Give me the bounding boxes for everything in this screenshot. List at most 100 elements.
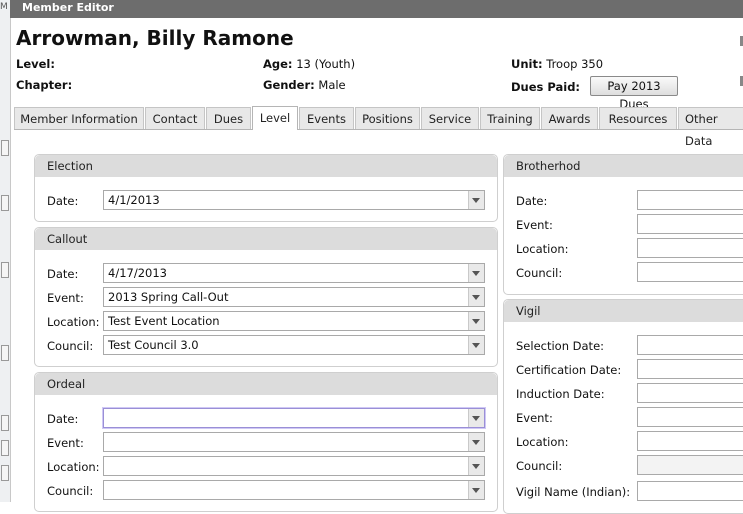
- callout-date-value: 4/17/2013: [108, 266, 167, 280]
- unit-value: Troop 350: [546, 57, 604, 71]
- brotherhood-event-label: Event:: [516, 218, 553, 232]
- tab-contact[interactable]: Contact: [145, 107, 205, 129]
- election-date-dropdown[interactable]: 4/1/2013: [103, 190, 485, 210]
- vigil-induction-date-label: Induction Date:: [516, 387, 605, 401]
- ordeal-date-label: Date:: [47, 412, 79, 426]
- ordeal-date-dropdown[interactable]: [103, 408, 485, 428]
- election-date-label: Date:: [47, 194, 79, 208]
- tab-other-data[interactable]: Other Data: [678, 107, 743, 148]
- background-text: M: [0, 2, 8, 12]
- chevron-down-icon[interactable]: [468, 264, 484, 282]
- chevron-down-icon[interactable]: [468, 191, 484, 209]
- vigil-selection-date-field[interactable]: [637, 335, 743, 355]
- background-window-strip: M: [0, 0, 11, 502]
- gender-label: Gender:: [263, 78, 315, 92]
- callout-event-dropdown[interactable]: 2013 Spring Call-Out: [103, 287, 485, 307]
- brotherhood-panel: Brotherhod Date: Event: Location: Counci…: [503, 154, 743, 295]
- tab-member-information[interactable]: Member Information: [14, 107, 144, 129]
- vigil-council-label: Council:: [516, 459, 563, 473]
- vigil-selection-date-label: Selection Date:: [516, 339, 605, 353]
- background-control: [1, 415, 9, 431]
- ordeal-event-label: Event:: [47, 436, 84, 450]
- dues-label: Dues Paid:: [511, 80, 581, 94]
- age-label: Age:: [263, 57, 293, 71]
- chapter-info: Chapter:: [16, 78, 72, 92]
- chevron-down-icon[interactable]: [468, 312, 484, 330]
- election-header: Election: [35, 155, 497, 177]
- background-control: [1, 440, 9, 456]
- brotherhood-event-field[interactable]: [637, 214, 743, 234]
- background-control: [1, 465, 9, 481]
- chevron-down-icon[interactable]: [468, 433, 484, 451]
- vigil-location-label: Location:: [516, 435, 569, 449]
- tab-level[interactable]: Level: [252, 106, 298, 130]
- chevron-down-icon[interactable]: [468, 409, 484, 427]
- background-scroll-button: [1, 262, 9, 278]
- callout-date-dropdown[interactable]: 4/17/2013: [103, 263, 485, 283]
- ordeal-council-label: Council:: [47, 484, 94, 498]
- member-name: Arrowman, Billy Ramone: [16, 26, 294, 50]
- vigil-name-label: Vigil Name (Indian):: [516, 485, 631, 499]
- unit-info: Unit: Troop 350: [511, 57, 603, 71]
- brotherhood-council-label: Council:: [516, 266, 563, 280]
- level-info: Level:: [16, 57, 55, 71]
- vigil-location-field[interactable]: [637, 431, 743, 451]
- brotherhood-date-label: Date:: [516, 194, 548, 208]
- ordeal-location-label: Location:: [47, 460, 100, 474]
- tab-training[interactable]: Training: [480, 107, 540, 129]
- ordeal-council-dropdown[interactable]: [103, 480, 485, 500]
- vigil-certification-date-field[interactable]: [637, 359, 743, 379]
- chevron-down-icon[interactable]: [468, 336, 484, 354]
- gender-info: Gender: Male: [263, 78, 346, 92]
- vigil-induction-date-field[interactable]: [637, 383, 743, 403]
- pay-dues-button[interactable]: Pay 2013 Dues: [590, 76, 678, 111]
- tab-bar: Member Information Contact Dues Level Ev…: [14, 106, 743, 148]
- chevron-down-icon[interactable]: [468, 481, 484, 499]
- callout-location-value: Test Event Location: [108, 314, 220, 328]
- brotherhood-council-field[interactable]: [637, 262, 743, 282]
- brotherhood-header: Brotherhod: [504, 155, 743, 177]
- tab-positions[interactable]: Positions: [355, 107, 420, 129]
- age-info: Age: 13 (Youth): [263, 57, 355, 71]
- background-control: [1, 345, 9, 361]
- vigil-council-field[interactable]: [637, 455, 743, 475]
- age-value: 13 (Youth): [296, 57, 356, 71]
- callout-event-label: Event:: [47, 291, 84, 305]
- callout-council-dropdown[interactable]: Test Council 3.0: [103, 335, 485, 355]
- chevron-down-icon[interactable]: [468, 457, 484, 475]
- background-scroll-button: [1, 140, 9, 156]
- background-control: [1, 195, 9, 211]
- ordeal-panel: Ordeal Date: Event: Location: Council:: [34, 372, 498, 512]
- chapter-label: Chapter:: [16, 78, 73, 92]
- brotherhood-date-field[interactable]: [637, 190, 743, 210]
- tab-awards[interactable]: Awards: [541, 107, 598, 129]
- vigil-certification-date-label: Certification Date:: [516, 363, 622, 377]
- gender-value: Male: [318, 78, 346, 92]
- callout-panel: Callout Date: 4/17/2013 Event: 2013 Spri…: [34, 227, 498, 367]
- brotherhood-location-field[interactable]: [637, 238, 743, 258]
- callout-date-label: Date:: [47, 267, 79, 281]
- callout-location-dropdown[interactable]: Test Event Location: [103, 311, 485, 331]
- vigil-event-field[interactable]: [637, 407, 743, 427]
- callout-event-value: 2013 Spring Call-Out: [108, 290, 229, 304]
- tab-resources[interactable]: Resources: [599, 107, 677, 129]
- ordeal-location-dropdown[interactable]: [103, 456, 485, 476]
- ordeal-event-dropdown[interactable]: [103, 432, 485, 452]
- tab-dues[interactable]: Dues: [206, 107, 251, 129]
- callout-location-label: Location:: [47, 315, 100, 329]
- brotherhood-location-label: Location:: [516, 242, 569, 256]
- tab-service[interactable]: Service: [421, 107, 479, 129]
- vigil-name-field[interactable]: [637, 481, 743, 501]
- callout-header: Callout: [35, 228, 497, 250]
- window-title: Member Editor: [22, 1, 114, 14]
- callout-council-value: Test Council 3.0: [108, 338, 199, 352]
- tab-events[interactable]: Events: [299, 107, 354, 129]
- window-title-bar[interactable]: Member Editor: [10, 0, 743, 18]
- ordeal-header: Ordeal: [35, 373, 497, 395]
- election-panel: Election Date: 4/1/2013: [34, 154, 498, 222]
- chevron-down-icon[interactable]: [468, 288, 484, 306]
- vigil-panel: Vigil Selection Date: Certification Date…: [503, 299, 743, 514]
- vigil-event-label: Event:: [516, 411, 553, 425]
- dues-info: Dues Paid:: [511, 80, 580, 94]
- unit-label: Unit:: [511, 57, 543, 71]
